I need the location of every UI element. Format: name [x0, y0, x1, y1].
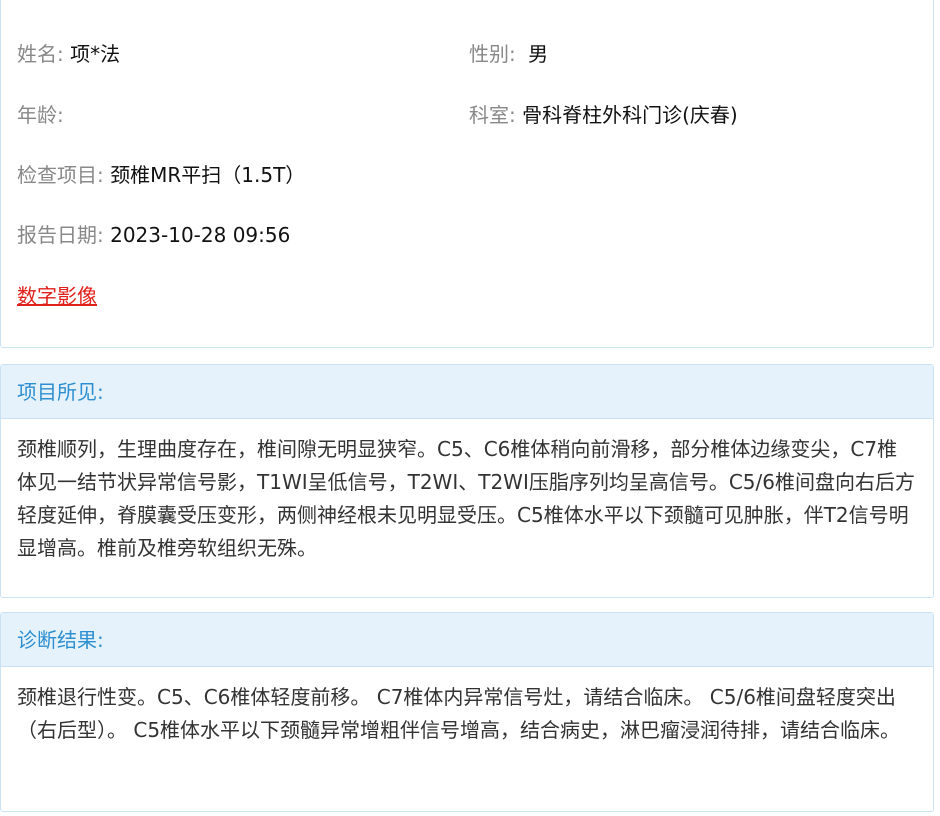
name-field: 姓名: 项*法	[17, 40, 120, 68]
exam-value: 颈椎MR平扫（1.5T）	[110, 163, 306, 187]
age-label: 年龄:	[17, 103, 64, 127]
department-value: 骨科脊柱外科门诊(庆春)	[522, 103, 738, 127]
diagnosis-card: 诊断结果: 颈椎退行性变。C5、C6椎体轻度前移。 C7椎体内异常信号灶，请结合…	[0, 612, 934, 812]
gender-field: 性别: 男	[469, 40, 548, 68]
name-label: 姓名:	[17, 42, 64, 66]
digital-image-link[interactable]: 数字影像	[17, 282, 97, 310]
department-label: 科室:	[469, 103, 516, 127]
department-field: 科室: 骨科脊柱外科门诊(庆春)	[469, 101, 738, 129]
report-date-field: 报告日期: 2023-10-28 09:56	[17, 221, 290, 249]
findings-text: 颈椎顺列，生理曲度存在，椎间隙无明显狭窄。C5、C6椎体稍向前滑移，部分椎体边缘…	[17, 437, 915, 560]
diagnosis-text: 颈椎退行性变。C5、C6椎体轻度前移。 C7椎体内异常信号灶，请结合临床。 C5…	[17, 685, 901, 742]
exam-label: 检查项目:	[17, 163, 104, 187]
gender-label: 性别:	[469, 42, 516, 66]
diagnosis-header: 诊断结果:	[1, 613, 933, 667]
age-field: 年龄:	[17, 101, 64, 129]
findings-card: 项目所见: 颈椎顺列，生理曲度存在，椎间隙无明显狭窄。C5、C6椎体稍向前滑移，…	[0, 364, 934, 598]
report-date-value: 2023-10-28 09:56	[110, 223, 291, 247]
name-value: 项*法	[70, 42, 121, 66]
patient-info-card: 姓名: 项*法 性别: 男 年龄: 科室: 骨科脊柱外科门诊(庆春) 检查项目:…	[0, 0, 934, 348]
report-date-label: 报告日期:	[17, 223, 104, 247]
findings-header: 项目所见:	[1, 365, 933, 419]
exam-field: 检查项目: 颈椎MR平扫（1.5T）	[17, 161, 305, 189]
gender-value: 男	[528, 42, 549, 66]
